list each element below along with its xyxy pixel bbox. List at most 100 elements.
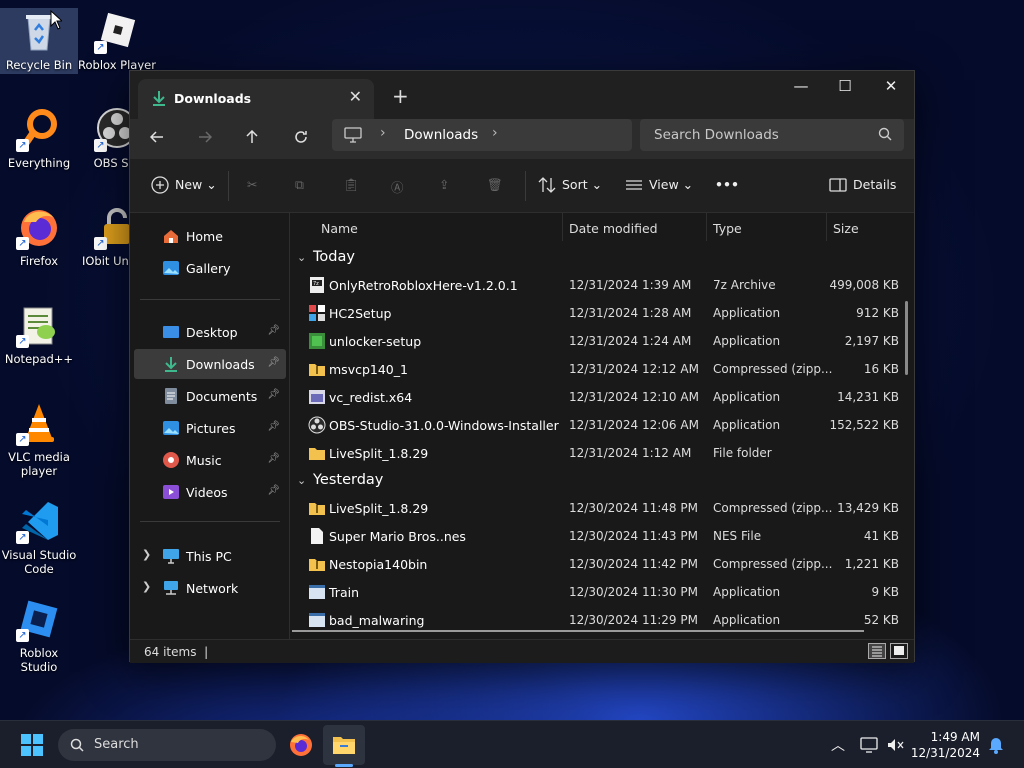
sidebar-item-label: Pictures: [186, 421, 236, 436]
close-button[interactable]: ✕: [868, 77, 914, 95]
column-header-type[interactable]: Type: [713, 221, 742, 236]
group-header-yesterday[interactable]: ⌄ Yesterday: [297, 472, 383, 488]
paste-icon[interactable]: 📋︎: [343, 177, 359, 193]
up-button[interactable]: [240, 127, 264, 151]
delete-icon[interactable]: 🗑︎: [487, 177, 503, 193]
file-date: 12/31/2024 1:28 AM: [569, 306, 692, 320]
sort-button[interactable]: Sort ⌄: [562, 177, 602, 192]
file-row[interactable]: HC2Setup 12/31/2024 1:28 AM Application …: [291, 299, 899, 327]
breadcrumb-chevron-icon[interactable]: ›: [380, 125, 386, 141]
column-divider[interactable]: [706, 213, 707, 241]
sidebar-item-desktop[interactable]: Desktop 📌︎: [134, 317, 286, 347]
sidebar-item-downloads[interactable]: Downloads 📌︎: [134, 349, 286, 379]
7z-archive-icon: 7z: [310, 277, 324, 293]
column-header-date[interactable]: Date modified: [569, 221, 658, 236]
sidebar-item-pictures[interactable]: Pictures 📌︎: [134, 413, 286, 443]
refresh-button[interactable]: [289, 127, 313, 151]
new-tab-button[interactable]: +: [392, 84, 409, 108]
rename-icon[interactable]: Ⓐ: [391, 177, 404, 196]
application-icon: [309, 613, 325, 627]
column-divider[interactable]: [826, 213, 827, 241]
file-date: 12/30/2024 11:42 PM: [569, 557, 698, 571]
search-box[interactable]: Search Downloads: [640, 119, 904, 151]
cut-icon[interactable]: ✂: [247, 177, 257, 192]
minimize-button[interactable]: —: [778, 77, 824, 95]
display-icon[interactable]: [860, 737, 878, 753]
desktop-icon-label: Firefox: [19, 254, 59, 268]
status-bar: 64 items |: [130, 639, 914, 663]
more-options-button[interactable]: •••: [715, 177, 739, 192]
sidebar-item-documents[interactable]: Documents 📌︎: [134, 381, 286, 411]
vertical-scrollbar[interactable]: [905, 301, 908, 375]
back-button[interactable]: [145, 127, 169, 151]
tab-close-button[interactable]: ✕: [349, 87, 362, 106]
sidebar-item-label: Desktop: [186, 325, 238, 340]
file-row[interactable]: OBS-Studio-31.0.0-Windows-Installer 12/3…: [291, 411, 899, 439]
system-clock[interactable]: 1:49 AM 12/31/2024: [911, 729, 980, 761]
file-row[interactable]: unlocker-setup 12/31/2024 1:24 AM Applic…: [291, 327, 899, 355]
desktop-icon-vlc[interactable]: ↗ VLC media player: [0, 400, 78, 478]
sidebar-item-label: Videos: [186, 485, 228, 500]
sidebar-item-gallery[interactable]: Gallery: [134, 253, 286, 283]
details-button[interactable]: Details: [853, 177, 896, 192]
forward-button[interactable]: [193, 127, 217, 151]
sidebar-item-network[interactable]: ❯ Network: [134, 573, 286, 603]
pictures-icon: [163, 421, 179, 435]
shortcut-arrow-icon: ↗: [16, 531, 29, 544]
expand-chevron-icon[interactable]: ❯: [142, 580, 151, 593]
file-explorer-icon: [333, 737, 355, 754]
tab-downloads[interactable]: Downloads ✕: [138, 79, 374, 119]
details-view-button[interactable]: [868, 643, 886, 659]
file-explorer-taskbar-button[interactable]: [323, 725, 365, 765]
view-button[interactable]: View ⌄: [649, 177, 693, 192]
address-bar[interactable]: › Downloads ›: [332, 119, 632, 151]
maximize-button[interactable]: ☐: [822, 77, 868, 95]
column-divider[interactable]: [562, 213, 563, 241]
new-button[interactable]: New ⌄: [175, 177, 217, 192]
file-size: 14,231 KB: [837, 390, 899, 404]
column-header-size[interactable]: Size: [833, 221, 859, 236]
breadcrumb-chevron-icon[interactable]: ›: [492, 125, 498, 141]
file-row[interactable]: Train 12/30/2024 11:30 PM Application 9 …: [291, 578, 899, 606]
sidebar-item-music[interactable]: Music 📌︎: [134, 445, 286, 475]
group-header-today[interactable]: ⌄ Today: [297, 249, 355, 265]
sidebar-item-this-pc[interactable]: ❯ This PC: [134, 541, 286, 571]
show-hidden-icons-chevron-icon[interactable]: ︿: [831, 735, 845, 755]
desktop-icon-recycle-bin[interactable]: Recycle Bin: [0, 8, 78, 74]
desktop-icon-roblox-player[interactable]: ↗ Roblox Player: [78, 8, 156, 72]
file-row[interactable]: LiveSplit_1.8.29 12/31/2024 1:12 AM File…: [291, 439, 891, 467]
file-row[interactable]: 7z OnlyRetroRobloxHere-v1.2.0.1 12/31/20…: [291, 271, 899, 299]
sidebar-item-videos[interactable]: Videos 📌︎: [134, 477, 286, 507]
windows-start-icon[interactable]: [21, 734, 43, 756]
desktop-icon-visual-studio-code[interactable]: ↗ Visual Studio Code: [0, 498, 78, 576]
large-icons-view-button[interactable]: [890, 643, 908, 659]
sidebar-item-home[interactable]: Home: [134, 221, 286, 251]
file-date: 12/31/2024 1:12 AM: [569, 446, 692, 460]
group-label: Yesterday: [313, 472, 384, 488]
shortcut-arrow-icon: ↗: [94, 41, 107, 54]
copy-icon[interactable]: ⧉: [295, 177, 304, 193]
volume-muted-icon[interactable]: [886, 737, 904, 753]
file-row[interactable]: Nestopia140bin 12/30/2024 11:42 PM Compr…: [291, 550, 899, 578]
expand-chevron-icon[interactable]: ❯: [142, 548, 151, 561]
taskbar-search-box[interactable]: Search: [58, 729, 276, 761]
file-row[interactable]: vc_redist.x64 12/31/2024 12:10 AM Applic…: [291, 383, 899, 411]
view-icon: [626, 180, 642, 190]
file-row[interactable]: Super Mario Bros..nes 12/30/2024 11:43 P…: [291, 522, 899, 550]
firefox-taskbar-icon[interactable]: [289, 733, 313, 757]
desktop-icon-notepad-plus-plus[interactable]: ↗ Notepad++: [0, 302, 78, 366]
divider: [140, 521, 280, 522]
desktop-icon-firefox[interactable]: ↗ Firefox: [0, 204, 78, 268]
file-row[interactable]: LiveSplit_1.8.29 12/30/2024 11:48 PM Com…: [291, 494, 899, 522]
notifications-bell-icon[interactable]: [988, 736, 1004, 754]
desktop-icon-roblox-studio[interactable]: ↗ Roblox Studio: [0, 596, 78, 674]
horizontal-scrollbar[interactable]: [292, 630, 864, 632]
column-header-name[interactable]: Name: [321, 221, 358, 236]
share-icon[interactable]: ⇪: [439, 177, 449, 192]
file-row[interactable]: msvcp140_1 12/31/2024 12:12 AM Compresse…: [291, 355, 899, 383]
desktop-icon-everything[interactable]: ↗ Everything: [0, 106, 78, 170]
application-icon: [309, 305, 325, 321]
file-date: 12/30/2024 11:30 PM: [569, 585, 698, 599]
back-arrow-icon: [149, 131, 163, 143]
breadcrumb-downloads[interactable]: Downloads: [404, 127, 478, 143]
